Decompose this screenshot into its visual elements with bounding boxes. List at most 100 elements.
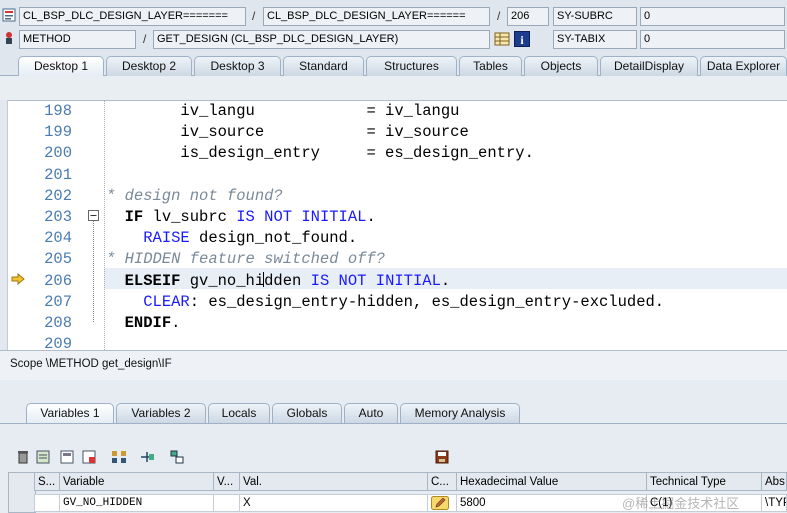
column-header-status[interactable]: S...: [34, 472, 60, 491]
edit-pencil-icon[interactable]: [431, 496, 449, 510]
code-keyword: IF: [124, 208, 144, 226]
save-icon[interactable]: [433, 448, 451, 466]
line-number: 203: [44, 208, 72, 226]
cell-variable-name[interactable]: GV_NO_HIDDEN: [59, 494, 214, 512]
cell-v: [213, 494, 240, 512]
code-line[interactable]: * HIDDEN feature switched off?: [106, 249, 385, 270]
table-icon[interactable]: [494, 31, 510, 47]
cell-change[interactable]: [427, 494, 457, 512]
line-number-field[interactable]: 206: [507, 7, 549, 26]
line-number: 208: [44, 314, 72, 332]
line-number: 202: [44, 186, 72, 205]
tab-variables-3[interactable]: Locals: [208, 403, 270, 423]
event-type-field[interactable]: METHOD: [19, 30, 136, 49]
line-number: 200: [44, 144, 72, 163]
system-variable-name-field-2[interactable]: SY-TABIX: [553, 30, 637, 49]
code-line[interactable]: iv_langu = iv_langu: [106, 101, 459, 122]
tab-variables-5[interactable]: Auto: [344, 403, 398, 423]
code-text: .: [440, 271, 451, 290]
event-name-field[interactable]: GET_DESIGN (CL_BSP_DLC_DESIGN_LAYER): [153, 30, 490, 49]
execution-pointer-icon: [11, 272, 25, 286]
tab-desktop-8[interactable]: DetailDisplay: [600, 56, 698, 76]
cell-status: [34, 494, 60, 512]
tab-desktop-7[interactable]: Objects: [524, 56, 598, 76]
code-line[interactable]: is_design_entry = es_design_entry.: [106, 143, 534, 164]
column-header-technical-type[interactable]: Technical Type: [646, 472, 762, 491]
text-cursor: [263, 272, 264, 287]
tab-desktop-1[interactable]: Desktop 1: [18, 56, 104, 76]
tab-variables-4[interactable]: Globals: [272, 403, 342, 423]
method-icon: [2, 31, 16, 45]
code-text: iv_langu = iv_langu: [106, 102, 460, 120]
line-number: 206: [44, 271, 72, 290]
structure-icon[interactable]: [168, 448, 186, 466]
code-keyword: CLEAR: [143, 292, 190, 311]
code-keyword: ELSEIF: [124, 271, 181, 290]
code-text: iv_source = iv_source: [106, 123, 469, 142]
code-line[interactable]: * design not found?: [106, 186, 283, 207]
code-text: design_not_found.: [189, 229, 358, 248]
line-number: 199: [44, 123, 72, 142]
detail-icon[interactable]: [34, 448, 52, 466]
line-number: 207: [44, 292, 72, 311]
column-header-value[interactable]: Val.: [239, 472, 428, 491]
code-line[interactable]: ELSEIF gv_no_hidden IS NOT INITIAL.: [106, 271, 451, 292]
tab-desktop-2[interactable]: Desktop 2: [106, 56, 192, 76]
tab-variables-1[interactable]: Variables 1: [26, 403, 114, 423]
column-header-change[interactable]: C...: [427, 472, 457, 491]
code-comment: * design not found?: [106, 186, 283, 205]
grid-selector-col: [8, 472, 36, 513]
editor-top-bar: [0, 76, 787, 100]
separator-slash: /: [497, 9, 501, 23]
navigate-icon[interactable]: [138, 448, 156, 466]
tab-desktop-3[interactable]: Desktop 3: [194, 56, 281, 76]
line-number: 198: [44, 102, 72, 120]
fold-line: [93, 218, 94, 322]
hierarchy-icon[interactable]: [110, 448, 128, 466]
line-number: 204: [44, 229, 72, 248]
system-variable-name-field[interactable]: SY-SUBRC: [553, 7, 637, 26]
column-header-absolute-type[interactable]: Abs: [761, 472, 787, 491]
code-line[interactable]: CLEAR: es_design_entry-hidden, es_design…: [106, 292, 664, 313]
tab-desktop-6[interactable]: Tables: [459, 56, 522, 76]
column-header-v[interactable]: V...: [213, 472, 240, 491]
code-line[interactable]: ENDIF.: [106, 313, 181, 334]
collapse-icon[interactable]: [88, 210, 99, 221]
delete-icon[interactable]: [14, 448, 32, 466]
code-line[interactable]: IF lv_subrc IS NOT INITIAL.: [106, 207, 376, 228]
code-line[interactable]: iv_source = iv_source: [106, 122, 469, 143]
system-variable-value-field[interactable]: 0: [640, 7, 785, 26]
line-number: 205: [44, 250, 72, 269]
tab-desktop-4[interactable]: Standard: [283, 56, 364, 76]
code-text: : es_design_entry-hidden, es_design_entr…: [189, 292, 665, 311]
program-field[interactable]: CL_BSP_DLC_DESIGN_LAYER=======: [19, 7, 246, 26]
save-variables-icon[interactable]: [80, 448, 98, 466]
system-variable-value-field-2[interactable]: 0: [640, 30, 785, 49]
info-icon[interactable]: i: [514, 31, 530, 47]
gutter-divider: [104, 100, 105, 350]
column-header-variable[interactable]: Variable: [59, 472, 214, 491]
code-keyword: RAISE: [143, 229, 190, 248]
code-keyword: ENDIF: [124, 314, 172, 332]
cell-value[interactable]: X: [239, 494, 428, 512]
open-icon[interactable]: [58, 448, 76, 466]
line-number: 201: [44, 165, 72, 184]
code-text: is_design_entry = es_design_entry.: [106, 144, 534, 163]
tab-variables-2[interactable]: Variables 2: [116, 403, 206, 423]
program-icon: [2, 8, 16, 22]
column-header-hex[interactable]: Hexadecimal Value: [456, 472, 647, 491]
editor-left-margin: [0, 100, 8, 350]
cell-hex-value[interactable]: 5800: [456, 494, 647, 512]
tab-desktop-9[interactable]: Data Explorer: [700, 56, 787, 76]
tab-desktop-5[interactable]: Structures: [366, 56, 457, 76]
code-keyword: IS NOT INITIAL: [310, 271, 441, 290]
include-field[interactable]: CL_BSP_DLC_DESIGN_LAYER======: [263, 7, 490, 26]
code-text: .: [171, 314, 181, 332]
tab-variables-6[interactable]: Memory Analysis: [400, 403, 520, 423]
code-line[interactable]: RAISE design_not_found.: [106, 228, 357, 249]
code-text: gv_no_hidden: [180, 271, 311, 290]
